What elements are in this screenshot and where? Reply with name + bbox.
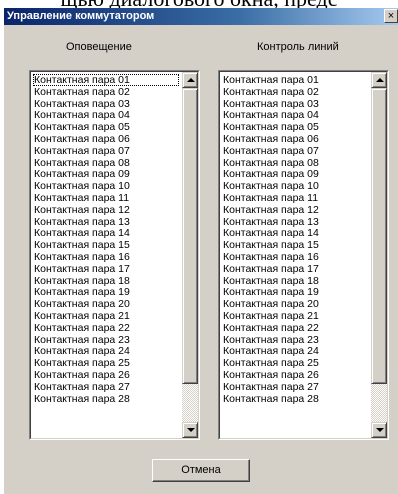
list-item[interactable]: Контактная пара 03	[222, 98, 368, 110]
list-item[interactable]: Контактная пара 07	[222, 145, 368, 157]
list-item[interactable]: Контактная пара 26	[222, 369, 368, 381]
list-item[interactable]: Контактная пара 12	[222, 204, 368, 216]
list-item[interactable]: Контактная пара 18	[33, 275, 179, 287]
list-item[interactable]: Контактная пара 14	[222, 227, 368, 239]
line-control-listbox[interactable]: Контактная пара 01 Контактная пара 02 Конт…	[218, 70, 389, 440]
list-item[interactable]: Контактная пара 28	[222, 393, 368, 405]
arrow-down-icon	[187, 428, 195, 432]
list-item[interactable]: Контактная пара 16	[222, 251, 368, 263]
arrow-up-icon	[187, 78, 195, 82]
list-item[interactable]: Контактная пара 04	[222, 109, 368, 121]
list-item[interactable]: Контактная пара 09	[222, 168, 368, 180]
close-button[interactable]: ×	[384, 9, 398, 23]
list-item[interactable]: Контактная пара 27	[222, 381, 368, 393]
line-control-scrollbar[interactable]	[371, 72, 387, 438]
notify-label: Оповещение	[66, 41, 132, 53]
title-bar[interactable]: Управление коммутатором ×	[4, 8, 398, 25]
notify-items: Контактная пара 01 Контактная пара 02 Конт…	[33, 74, 179, 404]
list-item[interactable]: Контактная пара 24	[222, 345, 368, 357]
list-item[interactable]: Контактная пара 17	[222, 263, 368, 275]
list-item[interactable]: Контактная пара 13	[222, 216, 368, 228]
list-item[interactable]: Контактная пара 01	[33, 74, 179, 86]
list-item[interactable]: Контактная пара 22	[33, 322, 179, 334]
notify-scroll-up-button[interactable]	[182, 72, 198, 88]
list-item[interactable]: Контактная пара 11	[33, 192, 179, 204]
notify-scroll-down-button[interactable]	[182, 422, 198, 438]
list-item[interactable]: Контактная пара 18	[222, 275, 368, 287]
list-item[interactable]: Контактная пара 16	[33, 251, 179, 263]
notify-scroll-thumb[interactable]	[182, 88, 198, 384]
list-item[interactable]: Контактная пара 06	[33, 133, 179, 145]
list-item[interactable]: Контактная пара 17	[33, 263, 179, 275]
line-control-scroll-down-button[interactable]	[371, 422, 387, 438]
list-item[interactable]: Контактная пара 20	[33, 298, 179, 310]
list-item[interactable]: Контактная пара 28	[33, 393, 179, 405]
list-item[interactable]: Контактная пара 10	[33, 180, 179, 192]
list-item[interactable]: Контактная пара 19	[222, 286, 368, 298]
list-item[interactable]: Контактная пара 09	[33, 168, 179, 180]
list-item[interactable]: Контактная пара 03	[33, 98, 179, 110]
close-icon: ×	[387, 10, 395, 22]
arrow-up-icon	[376, 78, 384, 82]
line-control-scroll-thumb[interactable]	[371, 88, 387, 384]
list-item[interactable]: Контактная пара 02	[33, 86, 179, 98]
line-control-label: Контроль линий	[257, 41, 339, 53]
list-item[interactable]: Контактная пара 02	[222, 86, 368, 98]
line-control-items: Контактная пара 01 Контактная пара 02 Конт…	[222, 74, 368, 404]
list-item[interactable]: Контактная пара 07	[33, 145, 179, 157]
list-item[interactable]: Контактная пара 05	[222, 121, 368, 133]
list-item[interactable]: Контактная пара 24	[33, 345, 179, 357]
line-control-scroll-up-button[interactable]	[371, 72, 387, 88]
list-item[interactable]: Контактная пара 22	[222, 322, 368, 334]
list-item[interactable]: Контактная пара 25	[222, 357, 368, 369]
list-item[interactable]: Контактная пара 01	[222, 74, 368, 86]
arrow-down-icon	[376, 428, 384, 432]
notify-scrollbar[interactable]	[182, 72, 198, 438]
list-item[interactable]: Контактная пара 19	[33, 286, 179, 298]
list-item[interactable]: Контактная пара 25	[33, 357, 179, 369]
list-item[interactable]: Контактная пара 26	[33, 369, 179, 381]
list-item[interactable]: Контактная пара 05	[33, 121, 179, 133]
list-item[interactable]: Контактная пара 08	[33, 157, 179, 169]
list-item[interactable]: Контактная пара 13	[33, 216, 179, 228]
list-item[interactable]: Контактная пара 27	[33, 381, 179, 393]
list-item[interactable]: Контактная пара 23	[222, 334, 368, 346]
list-item[interactable]: Контактная пара 21	[222, 310, 368, 322]
list-item[interactable]: Контактная пара 23	[33, 334, 179, 346]
dialog-window: Управление коммутатором × Оповещение Кон…	[4, 8, 398, 494]
list-item[interactable]: Контактная пара 15	[222, 239, 368, 251]
window-title: Управление коммутатором	[7, 10, 155, 22]
list-item[interactable]: Контактная пара 14	[33, 227, 179, 239]
list-item[interactable]: Контактная пара 11	[222, 192, 368, 204]
list-item[interactable]: Контактная пара 21	[33, 310, 179, 322]
list-item[interactable]: Контактная пара 20	[222, 298, 368, 310]
list-item[interactable]: Контактная пара 10	[222, 180, 368, 192]
cancel-button[interactable]: Отмена	[152, 459, 250, 482]
list-item[interactable]: Контактная пара 15	[33, 239, 179, 251]
list-item[interactable]: Контактная пара 08	[222, 157, 368, 169]
notify-listbox[interactable]: Контактная пара 01 Контактная пара 02 Конт…	[29, 70, 200, 440]
list-item[interactable]: Контактная пара 04	[33, 109, 179, 121]
list-item[interactable]: Контактная пара 06	[222, 133, 368, 145]
list-item[interactable]: Контактная пара 12	[33, 204, 179, 216]
